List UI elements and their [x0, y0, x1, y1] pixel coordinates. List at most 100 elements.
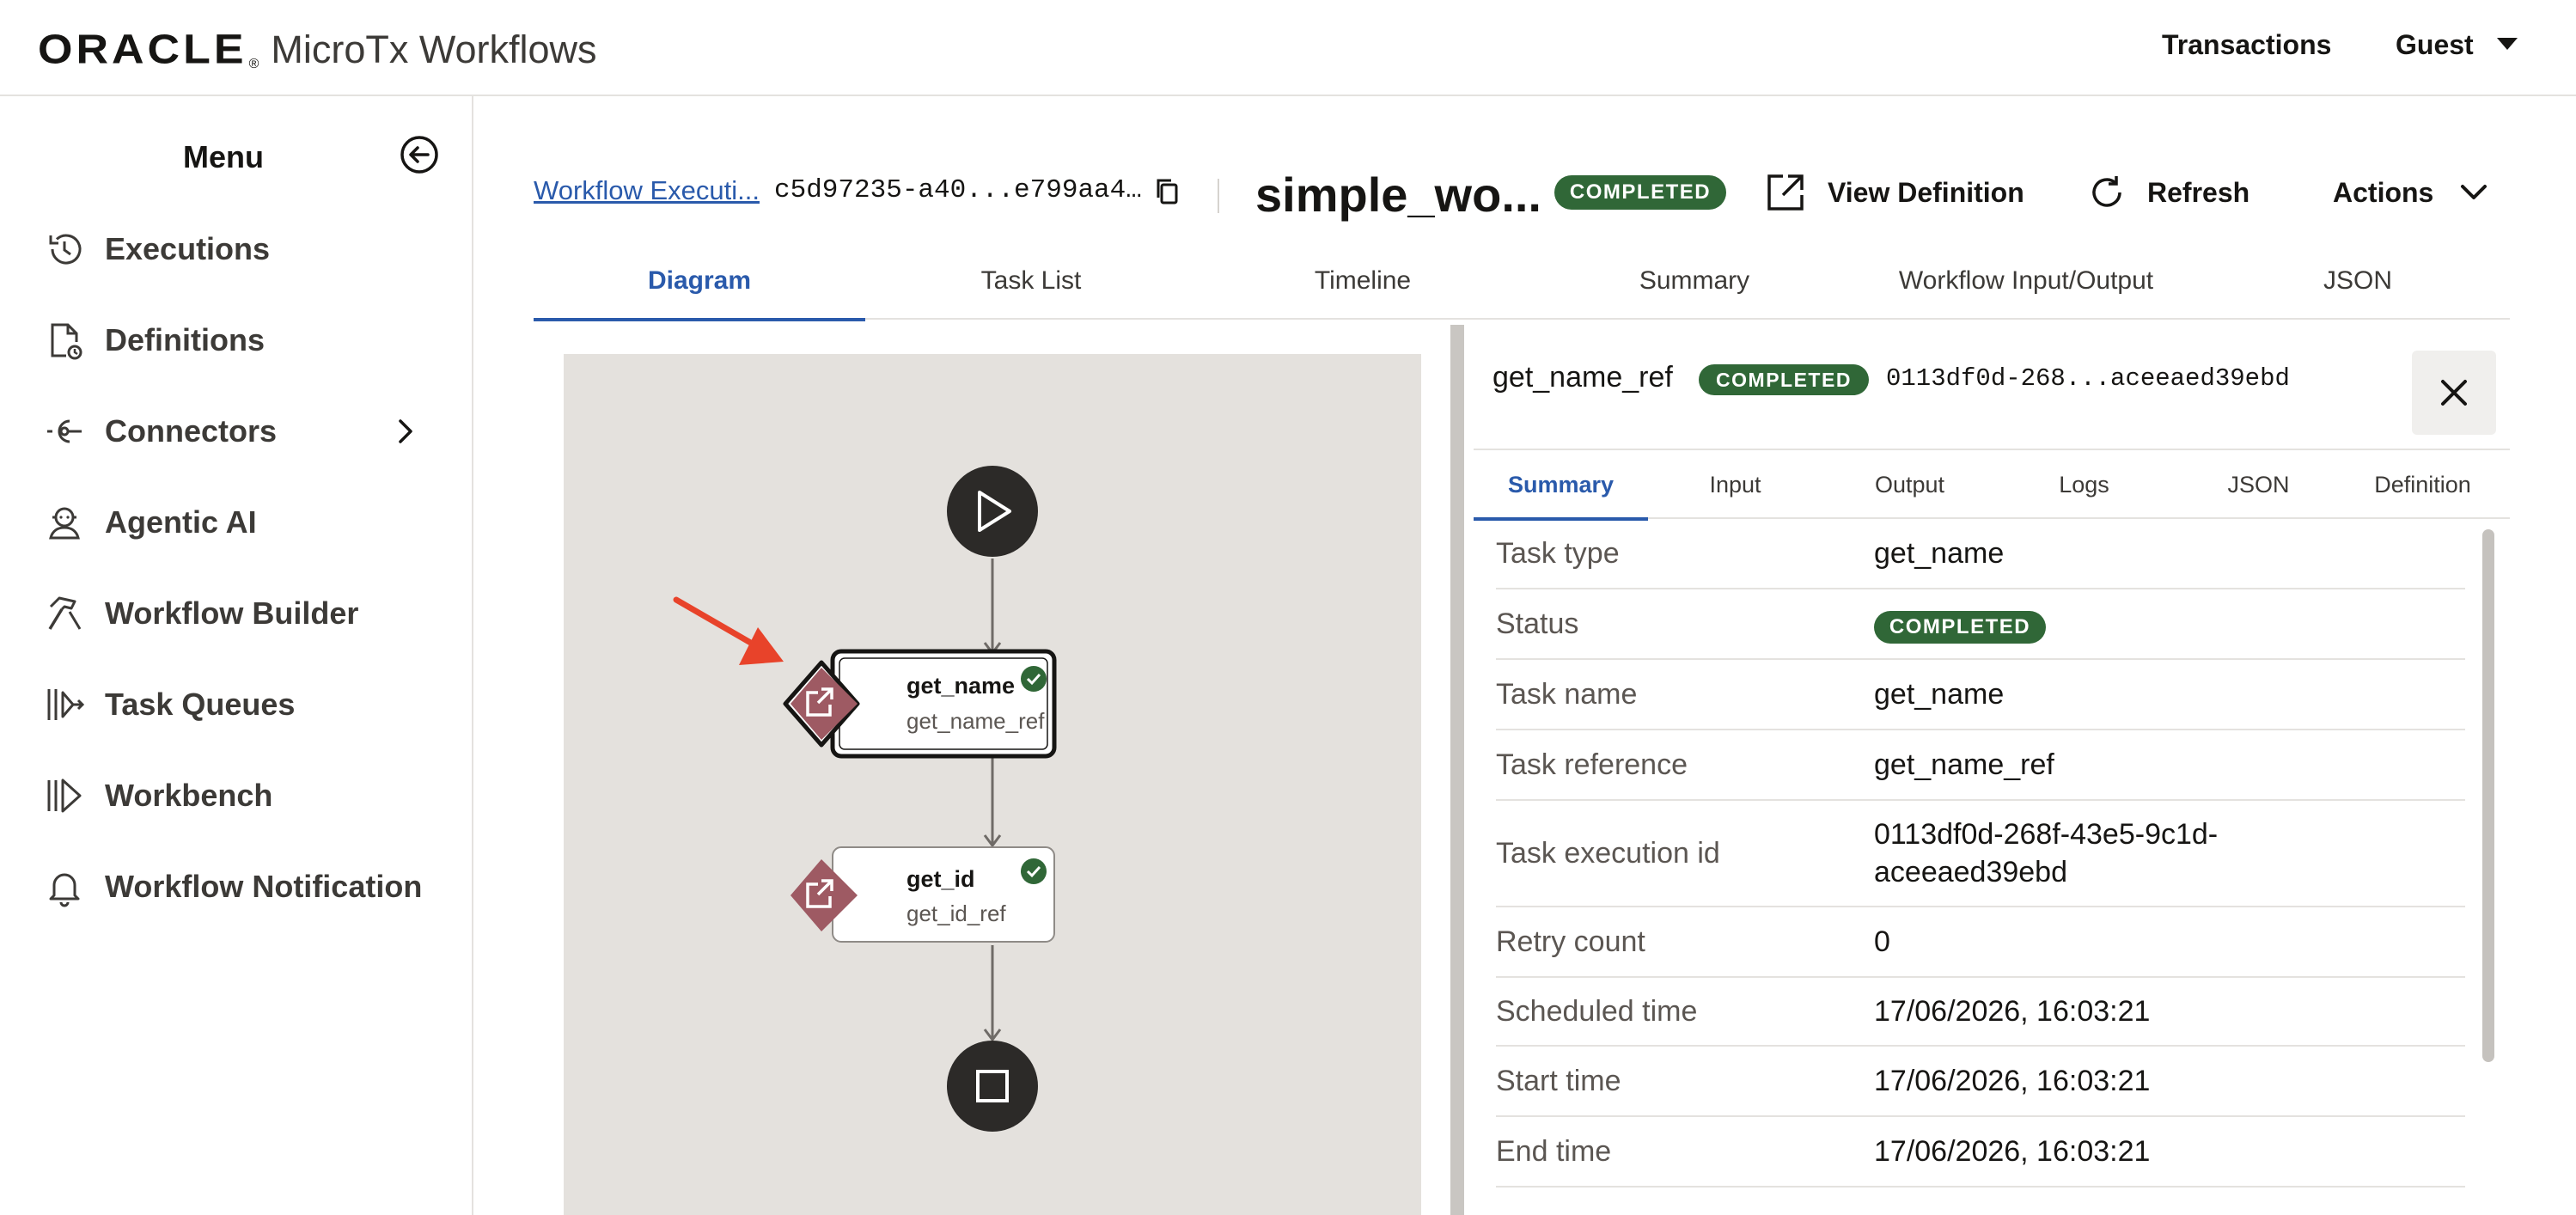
- sidebar-item-label: Definitions: [105, 322, 265, 357]
- close-panel-button[interactable]: [2412, 351, 2496, 435]
- summary-row-task-type: Task type get_name: [1496, 519, 2465, 589]
- row-label: Task execution id: [1496, 836, 1720, 870]
- panel-scrollbar[interactable]: [2477, 522, 2498, 1215]
- task-tab-definition[interactable]: Definition: [2335, 450, 2510, 519]
- row-label: Start time: [1496, 1064, 1621, 1097]
- sidebar-item-definitions[interactable]: Definitions: [43, 314, 265, 366]
- oracle-wordmark: ORACLE: [38, 27, 247, 73]
- sidebar-item-task-queues[interactable]: Task Queues: [43, 679, 295, 730]
- scrollbar-thumb[interactable]: [2482, 529, 2494, 1062]
- row-label: Scheduled time: [1496, 994, 1698, 1028]
- diagram-edge: [983, 559, 1002, 656]
- close-icon: [2441, 380, 2467, 406]
- summary-row-task-reference: Task reference get_name_ref: [1496, 730, 2465, 801]
- annotation-arrow: [673, 596, 784, 665]
- sidebar-item-label: Connectors: [105, 413, 278, 449]
- task-tab-input[interactable]: Input: [1648, 450, 1822, 519]
- queue-icon: [43, 683, 86, 726]
- collapse-menu-icon[interactable]: [399, 134, 440, 175]
- row-label: Retry count: [1496, 925, 1645, 958]
- sidebar-item-workflow-builder[interactable]: Workflow Builder: [43, 588, 358, 639]
- actions-label: Actions: [2333, 176, 2434, 208]
- history-icon: [43, 228, 86, 271]
- sidebar-item-label: Workbench: [105, 778, 273, 813]
- sidebar-item-label: Workflow Notification: [105, 869, 423, 904]
- sidebar-item-label: Task Queues: [105, 687, 296, 722]
- summary-row-status: Status COMPLETED: [1496, 589, 2465, 660]
- main-content: Workflow Executi... c5d97235-a40...e799a…: [475, 96, 2576, 1215]
- task-status-badge: COMPLETED: [1699, 364, 1869, 395]
- summary-row-retry-count: Retry count 0: [1496, 907, 2465, 978]
- refresh-label: Refresh: [2147, 176, 2250, 208]
- row-value: COMPLETED: [1874, 605, 2046, 644]
- user-menu-caret-icon[interactable]: [2497, 38, 2518, 50]
- end-node[interactable]: [947, 1041, 1038, 1132]
- diagram-edge: [983, 756, 1002, 848]
- workflow-title: simple_wo...: [1255, 168, 1541, 222]
- registered-mark: ®: [248, 57, 259, 71]
- sidebar-item-workflow-notification[interactable]: Workflow Notification: [43, 861, 422, 913]
- row-label: End time: [1496, 1134, 1612, 1168]
- chevron-down-icon: [2461, 185, 2487, 199]
- sidebar-item-executions[interactable]: Executions: [43, 223, 270, 275]
- sidebar-item-agentic-ai[interactable]: Agentic AI: [43, 497, 257, 548]
- task-tab-output[interactable]: Output: [1822, 450, 1997, 519]
- agent-icon: [43, 501, 86, 544]
- row-value: 0: [1874, 925, 1890, 958]
- status-badge: COMPLETED: [1874, 610, 2046, 644]
- diagram-edge: [983, 945, 1002, 1042]
- task-node-name: get_name: [906, 673, 1015, 699]
- tab-json[interactable]: JSON: [2192, 265, 2524, 320]
- panel-resize-handle[interactable]: [1450, 325, 1464, 1215]
- summary-row-task-name: Task name get_name: [1496, 660, 2465, 730]
- top-bar: ORACLE ® MicroTx Workflows Transactions …: [0, 0, 2576, 96]
- task-tab-json[interactable]: JSON: [2171, 450, 2346, 519]
- actions-menu-button[interactable]: Actions: [2333, 168, 2488, 217]
- connector-icon: [43, 410, 86, 453]
- tab-workflow-input-output[interactable]: Workflow Input/Output: [1860, 265, 2192, 320]
- status-check-icon: [1021, 858, 1047, 884]
- transactions-link[interactable]: Transactions: [2162, 29, 2331, 61]
- task-node-ref: get_id_ref: [906, 901, 1006, 926]
- task-id: 0113df0d-268...aceeaed39ebd: [1886, 364, 2290, 393]
- copy-icon[interactable]: [1154, 177, 1180, 206]
- brand-logo[interactable]: ORACLE ® MicroTx Workflows: [38, 26, 597, 72]
- workbench-icon: [43, 774, 86, 817]
- task-node-get-id[interactable]: get_id get_id_ref: [791, 846, 1055, 943]
- row-value: get_name: [1874, 537, 2005, 570]
- sidebar-item-label: Workflow Builder: [105, 595, 359, 631]
- menu-title: Menu: [183, 139, 264, 174]
- task-tab-logs[interactable]: Logs: [1997, 450, 2171, 519]
- start-node[interactable]: [947, 466, 1038, 557]
- sidebar: Menu Executions Definitions Connectors A…: [0, 96, 473, 1215]
- task-node-get-name[interactable]: get_name get_name_ref: [783, 649, 1057, 759]
- execution-id: c5d97235-a40...e799aa4…: [774, 175, 1142, 205]
- row-label: Task reference: [1496, 748, 1688, 781]
- row-value: 17/06/2026, 16:03:21: [1874, 1135, 2151, 1168]
- user-menu-label[interactable]: Guest: [2396, 29, 2474, 61]
- hammer-icon: [43, 592, 86, 635]
- row-label: Task type: [1496, 536, 1620, 570]
- refresh-button[interactable]: Refresh: [2087, 168, 2249, 217]
- task-tab-summary[interactable]: Summary: [1474, 450, 1648, 521]
- row-label: Task name: [1496, 677, 1638, 711]
- workflow-diagram-canvas[interactable]: get_name get_name_ref get_id get_id_ref: [564, 354, 1421, 1215]
- breadcrumb-workflow-executions-link[interactable]: Workflow Executi...: [534, 175, 760, 206]
- sidebar-item-connectors[interactable]: Connectors: [43, 406, 277, 457]
- tab-diagram[interactable]: Diagram: [534, 265, 865, 321]
- row-value: get_name_ref: [1874, 748, 2054, 781]
- row-label: Status: [1496, 607, 1579, 640]
- sidebar-item-workbench[interactable]: Workbench: [43, 770, 272, 821]
- tab-timeline[interactable]: Timeline: [1197, 265, 1529, 320]
- row-value: get_name: [1874, 678, 2005, 711]
- tab-task-list[interactable]: Task List: [865, 265, 1197, 320]
- task-node-ref: get_name_ref: [906, 708, 1045, 734]
- view-definition-button[interactable]: View Definition: [1764, 168, 2024, 217]
- chevron-right-icon[interactable]: [395, 416, 416, 447]
- sidebar-item-label: Executions: [105, 231, 271, 266]
- workflow-status-badge: COMPLETED: [1554, 175, 1726, 210]
- sidebar-item-label: Agentic AI: [105, 504, 257, 540]
- status-check-icon: [1021, 666, 1047, 692]
- tab-summary[interactable]: Summary: [1529, 265, 1860, 320]
- document-clock-icon: [43, 319, 86, 362]
